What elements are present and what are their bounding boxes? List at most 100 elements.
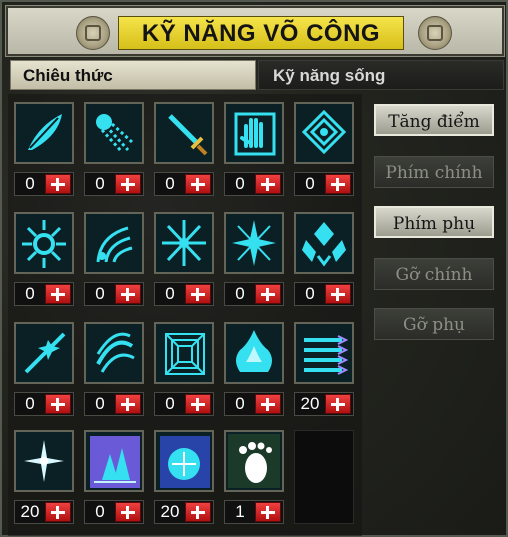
orb-skill-icon[interactable] [154, 430, 214, 492]
skill-points-value: 0 [95, 502, 105, 521]
skill-points-value: 0 [165, 284, 175, 303]
skill-points-value: 0 [235, 284, 245, 303]
pine-skill-icon[interactable] [84, 430, 144, 492]
skill-slot[interactable]: 0 [294, 102, 354, 202]
skill-points-value: 0 [95, 284, 105, 303]
skill-slot[interactable]: 20 [294, 322, 354, 422]
add-skill-point-button[interactable] [45, 284, 71, 304]
skill-slot[interactable]: 0 [224, 102, 284, 202]
title-plate: KỸ NĂNG VÕ CÔNG [118, 16, 404, 50]
add-point-button[interactable]: Tăng điểm [374, 104, 494, 136]
skill-slot[interactable]: 0 [294, 212, 354, 312]
remove-sub-button[interactable]: Gỡ phụ [374, 308, 494, 340]
title-bar: KỸ NĂNG VÕ CÔNG [5, 5, 505, 57]
skill-points-value: 0 [235, 394, 245, 413]
skill-points-value: 0 [25, 174, 35, 193]
skill-slot[interactable]: 0 [224, 212, 284, 312]
skill-point-counter: 0 [294, 172, 354, 196]
skill-point-counter: 20 [14, 500, 74, 524]
ornament-medallion-icon [418, 16, 452, 50]
skill-point-counter: 0 [84, 500, 144, 524]
add-skill-point-button[interactable] [115, 394, 141, 414]
skill-slot[interactable]: 0 [224, 322, 284, 422]
add-skill-point-button[interactable] [115, 284, 141, 304]
add-skill-point-button[interactable] [185, 174, 211, 194]
lattice-skill-icon[interactable] [294, 102, 354, 164]
skill-point-counter: 0 [14, 392, 74, 416]
arrows-skill-icon[interactable] [294, 322, 354, 384]
skill-point-counter: 20 [154, 500, 214, 524]
skill-slot[interactable]: 0 [154, 102, 214, 202]
add-skill-point-button[interactable] [255, 502, 281, 522]
add-skill-point-button[interactable] [45, 394, 71, 414]
skill-point-counter: 0 [224, 172, 284, 196]
add-skill-point-button[interactable] [185, 502, 211, 522]
add-skill-point-button[interactable] [255, 394, 281, 414]
skill-slot[interactable]: 0 [84, 102, 144, 202]
skill-window: KỸ NĂNG VÕ CÔNG Chiêu thức Kỹ năng sống … [0, 0, 508, 537]
add-skill-point-button[interactable] [45, 174, 71, 194]
footprint-skill-icon[interactable] [224, 430, 284, 492]
skill-slot[interactable]: 0 [84, 212, 144, 312]
skill-point-counter: 0 [224, 282, 284, 306]
skill-slot[interactable]: 0 [84, 430, 144, 530]
skill-point-counter: 0 [84, 392, 144, 416]
ornament-medallion-icon [76, 16, 110, 50]
skill-points-value: 0 [25, 394, 35, 413]
add-skill-point-button[interactable] [115, 502, 141, 522]
skill-points-value: 0 [305, 284, 315, 303]
skill-slot[interactable]: 20 [14, 430, 74, 530]
skill-points-value: 0 [305, 174, 315, 193]
skill-points-value: 1 [235, 502, 245, 521]
diamond-shield-skill-icon[interactable] [294, 212, 354, 274]
add-skill-point-button[interactable] [255, 174, 281, 194]
skill-slot[interactable]: 0 [14, 212, 74, 312]
skill-slot[interactable]: 0 [14, 322, 74, 422]
skill-slot[interactable]: 0 [154, 322, 214, 422]
remove-main-button[interactable]: Gỡ chính [374, 258, 494, 290]
skill-point-counter: 1 [224, 500, 284, 524]
add-skill-point-button[interactable] [325, 174, 351, 194]
tab-chieu-thuc[interactable]: Chiêu thức [10, 60, 256, 90]
slash-star-skill-icon[interactable] [14, 322, 74, 384]
snowflake-skill-icon[interactable] [154, 212, 214, 274]
main-key-button[interactable]: Phím chính [374, 156, 494, 188]
add-skill-point-button[interactable] [185, 284, 211, 304]
skill-point-counter: 20 [294, 392, 354, 416]
skill-points-value: 0 [165, 174, 175, 193]
add-skill-point-button[interactable] [45, 502, 71, 522]
add-skill-point-button[interactable] [325, 284, 351, 304]
wave-arc-skill-icon[interactable] [84, 212, 144, 274]
sword-skill-icon[interactable] [154, 102, 214, 164]
skill-slot[interactable]: 0 [154, 212, 214, 312]
tab-bar: Chiêu thức Kỹ năng sống [6, 60, 504, 90]
add-skill-point-button[interactable] [115, 174, 141, 194]
feather-skill-icon[interactable] [14, 102, 74, 164]
radiant-circle-skill-icon[interactable] [14, 212, 74, 274]
skill-slot[interactable]: 0 [14, 102, 74, 202]
skill-slot[interactable]: 1 [224, 430, 284, 530]
skill-point-counter: 0 [294, 282, 354, 306]
skill-point-counter: 0 [14, 282, 74, 306]
spark-skill-icon[interactable] [14, 430, 74, 492]
star-burst-skill-icon[interactable] [224, 212, 284, 274]
empty-skill-slot [294, 430, 354, 524]
skill-points-value: 0 [95, 394, 105, 413]
add-skill-point-button[interactable] [325, 394, 351, 414]
skill-point-counter: 0 [84, 282, 144, 306]
skill-slot[interactable]: 0 [84, 322, 144, 422]
tunnel-skill-icon[interactable] [154, 322, 214, 384]
swirl-skill-icon[interactable] [84, 322, 144, 384]
add-skill-point-button[interactable] [185, 394, 211, 414]
phoenix-skill-icon[interactable] [84, 102, 144, 164]
palm-skill-icon[interactable] [224, 102, 284, 164]
skill-points-value: 20 [20, 502, 40, 521]
skill-slot[interactable]: 20 [154, 430, 214, 530]
skill-point-counter: 0 [154, 172, 214, 196]
flame-skill-icon[interactable] [224, 322, 284, 384]
skill-points-value: 0 [235, 174, 245, 193]
sub-key-button[interactable]: Phím phụ [374, 206, 494, 238]
add-skill-point-button[interactable] [255, 284, 281, 304]
tab-ky-nang-song[interactable]: Kỹ năng sống [258, 60, 504, 90]
skill-points-value: 20 [160, 502, 180, 521]
